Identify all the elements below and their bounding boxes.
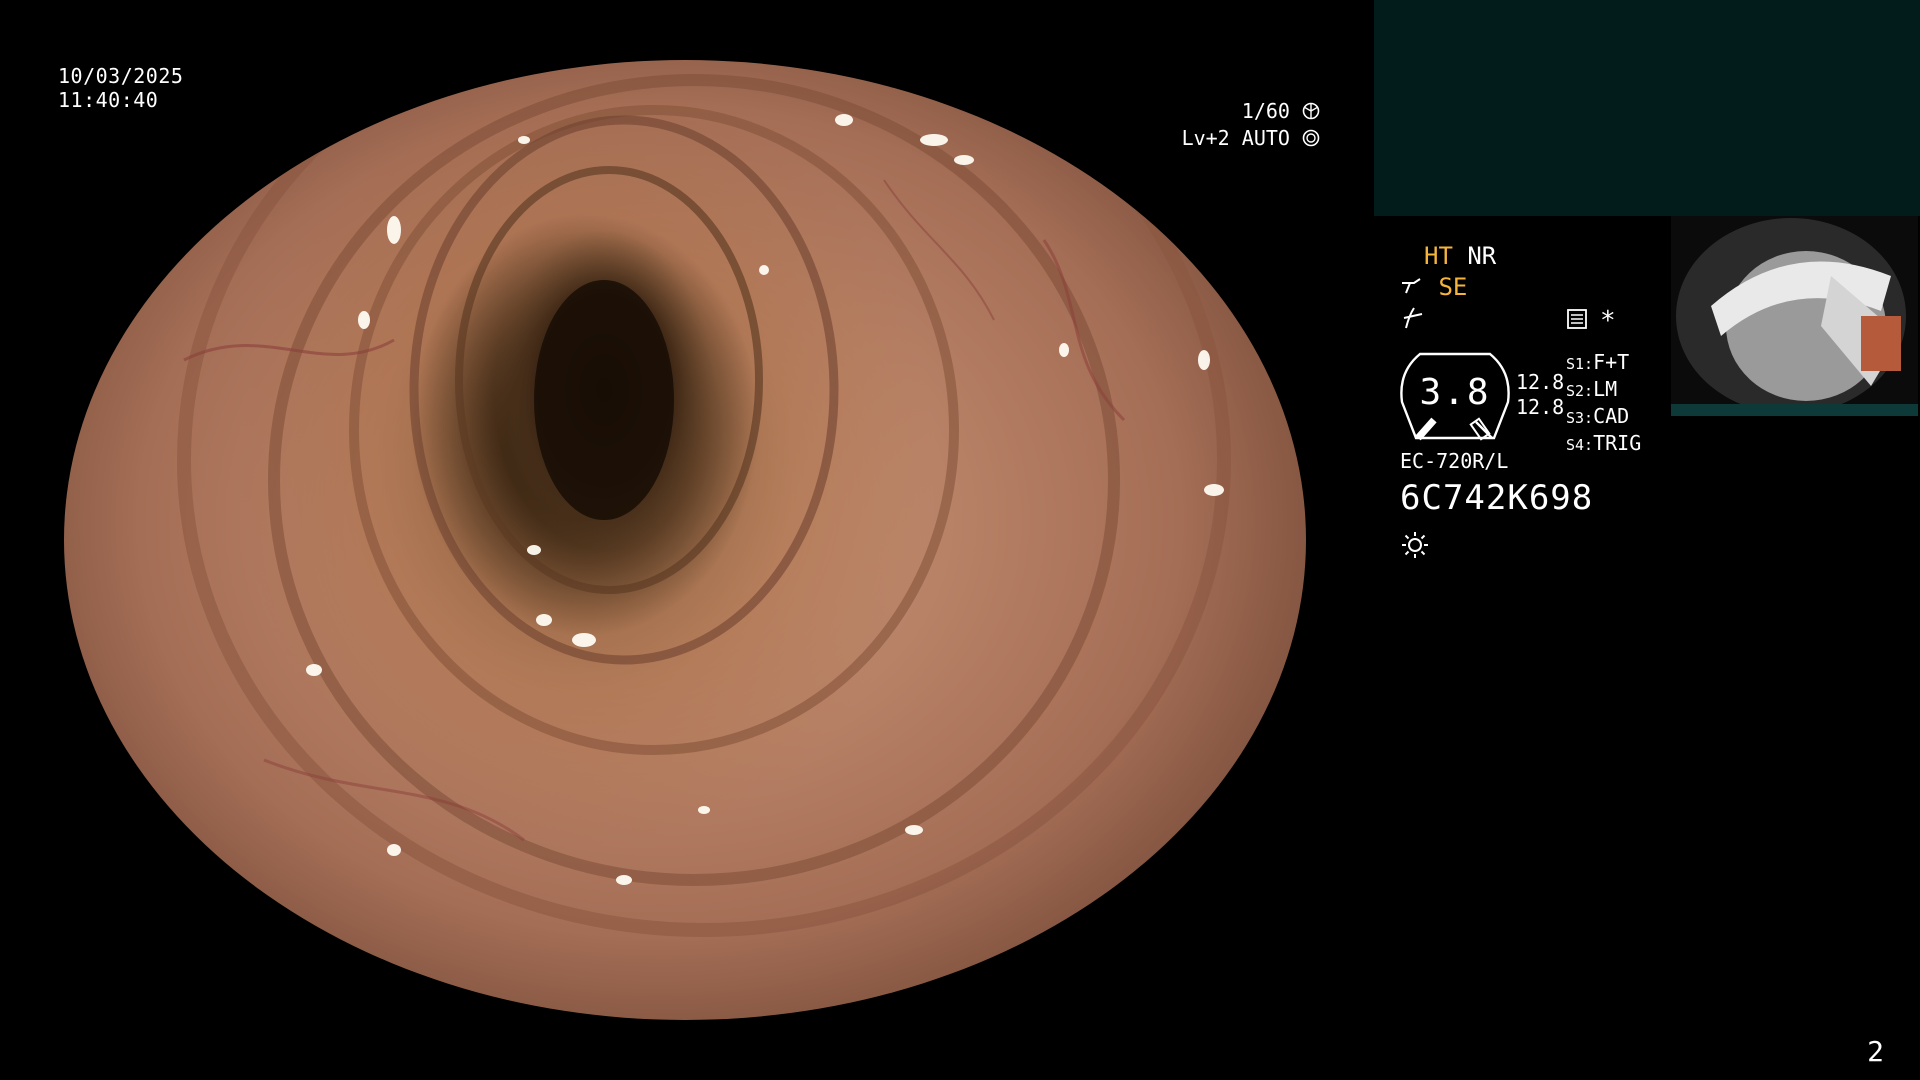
memo-icon (1567, 309, 1587, 329)
scope-serial: 6C742K698 (1400, 478, 1594, 518)
switch-row: S2:LM (1566, 377, 1618, 401)
scope-tip-icon (1402, 278, 1421, 294)
nr-label: NR (1467, 242, 1497, 270)
asterisk-icon: * (1600, 306, 1616, 336)
switch-row: S4:TRIG (1566, 431, 1642, 455)
pip-panel (1374, 0, 1920, 216)
scope-model: EC-720R/L (1400, 449, 1509, 473)
frequency-indicator (1402, 306, 1424, 334)
exam-time: 11:40:40 (58, 88, 159, 112)
iris-icon (1302, 129, 1320, 147)
depth-value-2: 12.8 (1516, 395, 1565, 419)
depth-value-1: 12.8 (1516, 370, 1565, 394)
light-source-icon (1402, 532, 1428, 558)
date-time-display: 10/03/2025 11:40:40 (58, 64, 183, 112)
memo-indicator (1566, 308, 1588, 334)
ht-label: HT (1424, 242, 1453, 270)
page-number: 2 (1867, 1035, 1884, 1068)
pip-thumbnail (1671, 216, 1918, 416)
shutter-icon (1302, 102, 1320, 120)
switch-assignments: S1:F+T S2:LM S3:CAD S4:TRIG (1566, 350, 1641, 458)
endoscope-live-view (64, 60, 1306, 1020)
brightness-level: Lv+2 (1181, 126, 1230, 150)
iris-mode: AUTO (1241, 126, 1290, 150)
enhancement-row-2: SE (1400, 273, 1467, 302)
switch-row: S1:F+T (1566, 350, 1630, 374)
frequency-icon (1403, 307, 1423, 329)
enhancement-row-1: HT NR (1424, 242, 1496, 271)
switch-row: S3:CAD (1566, 404, 1630, 428)
depth-values: 12.8 12.8 (1516, 370, 1564, 420)
light-source-indicator (1400, 530, 1430, 564)
shutter-speed: 1/60 (1241, 99, 1290, 123)
exposure-settings: 1/60 Lv+2 AUTO (1182, 98, 1320, 152)
se-label: SE (1438, 273, 1468, 301)
exam-date: 10/03/2025 (58, 64, 184, 88)
insertion-value: 3.8 (1419, 372, 1491, 413)
